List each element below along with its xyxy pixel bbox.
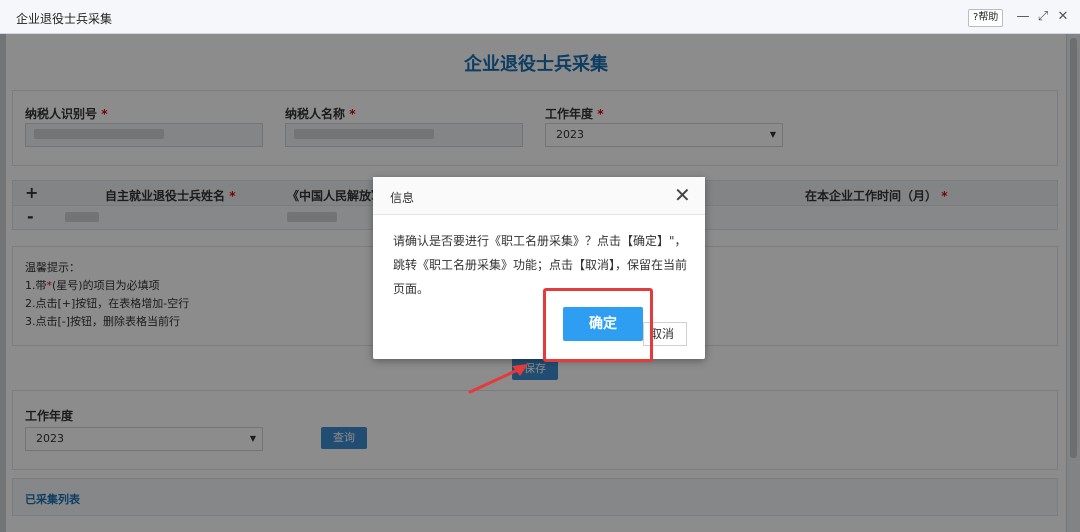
highlight-annotation — [543, 288, 653, 362]
window-titlebar: 企业退役士兵采集 ?帮助 — ⤢ ✕ — [0, 0, 1080, 34]
close-icon[interactable]: ✕ — [674, 183, 691, 207]
confirm-dialog: 信息 ✕ 请确认是否要进行《职工名册采集》？点击【确定】"，跳转《职工名册采集》… — [373, 177, 705, 359]
help-button[interactable]: ?帮助 — [968, 9, 1004, 27]
maximize-icon[interactable]: ⤢ — [1034, 8, 1052, 26]
window-close-icon[interactable]: ✕ — [1054, 8, 1072, 26]
dialog-header: 信息 ✕ — [373, 177, 705, 215]
dialog-title: 信息 — [390, 191, 415, 205]
window-title: 企业退役士兵采集 — [16, 12, 113, 26]
help-label: 帮助 — [978, 12, 999, 23]
arrow-annotation — [468, 364, 528, 394]
minimize-icon[interactable]: — — [1014, 8, 1032, 26]
